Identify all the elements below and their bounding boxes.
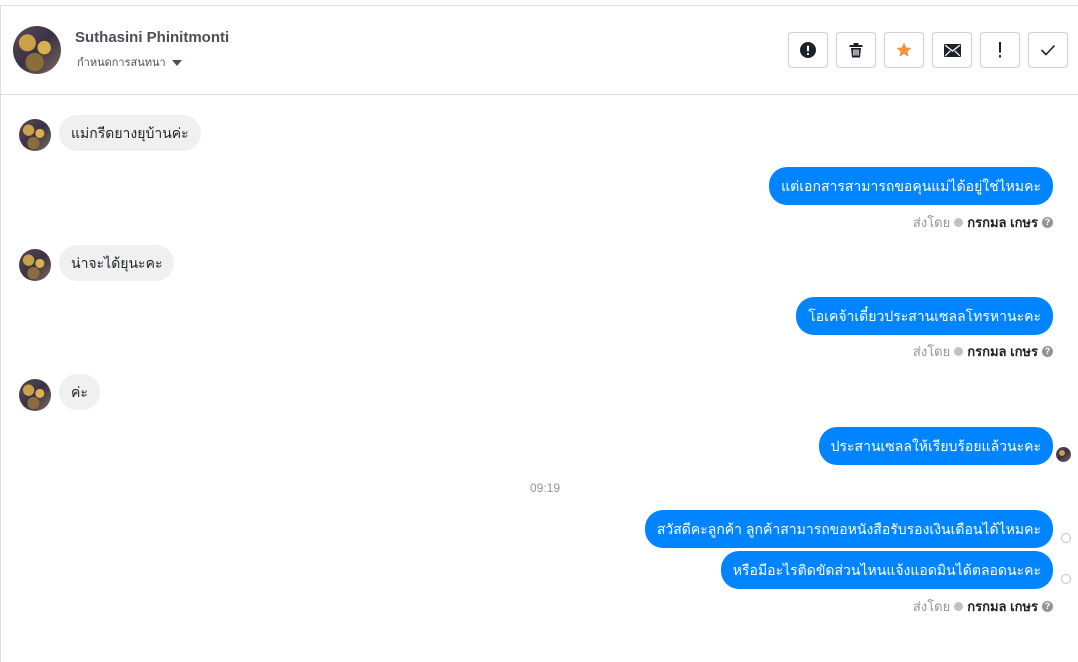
incoming-message[interactable]: น่าจะได้ยุนะคะ [59, 245, 175, 281]
question-icon[interactable]: ? [1042, 217, 1053, 228]
envelope-icon [943, 43, 961, 57]
report-icon-button[interactable] [788, 32, 828, 68]
delivered-icon [1061, 533, 1071, 543]
timestamp: 09:19 [530, 481, 561, 495]
sent-by-line: ส่งโดย กรกมล เกษร ? [913, 341, 1053, 362]
sent-check-icon [954, 347, 964, 356]
question-icon[interactable]: ? [1042, 601, 1053, 612]
contact-avatar-small[interactable] [19, 249, 51, 281]
contact-avatar[interactable] [13, 26, 61, 74]
delivered-icon [1061, 574, 1071, 584]
sent-by-agent[interactable]: กรกมล เกษร [967, 212, 1038, 233]
contact-avatar-small[interactable] [19, 379, 51, 411]
outgoing-message[interactable]: ประสานเซลลให้เรียบร้อยแล้วนะคะ [818, 427, 1053, 465]
sent-by-agent[interactable]: กรกมล เกษร [967, 596, 1038, 617]
sent-check-icon [954, 218, 964, 227]
sent-by-line: ส่งโดย กรกมล เกษร ? [913, 596, 1053, 617]
exclamation-icon [999, 42, 1001, 58]
assign-label: กำหนดการสนทนา [77, 57, 166, 69]
star-button[interactable] [884, 32, 924, 68]
outgoing-message[interactable]: หรือมีอะไรติดขัดส่วนไหนแจ้งแอดมินได้ตลอด… [720, 551, 1053, 589]
sent-by-agent[interactable]: กรกมล เกษร [967, 341, 1038, 362]
mark-done-button[interactable] [1028, 32, 1068, 68]
flag-button[interactable] [980, 32, 1020, 68]
incoming-message[interactable]: ค่ะ [59, 374, 100, 410]
outgoing-message[interactable]: สวัสดีคะลูกค้า ลูกค้าสามารถขอหนังสือรับร… [644, 510, 1053, 548]
outgoing-message[interactable]: โอเคจ้าเดี๋ยวประสานเซลลโทรหานะคะ [796, 297, 1053, 335]
question-icon[interactable]: ? [1042, 346, 1053, 357]
mark-unread-button[interactable] [932, 32, 972, 68]
contact-avatar-small[interactable] [19, 119, 51, 151]
incoming-message[interactable]: แม่กรีดยางยุบ้านค่ะ [59, 115, 201, 151]
conversation-header: Suthasini Phinitmonti กำหนดการสนทนา [0, 6, 1078, 95]
exclamation-circle-icon [800, 42, 816, 58]
assign-conversation-dropdown[interactable]: กำหนดการสนทนา [77, 53, 182, 71]
caret-down-icon [171, 59, 182, 66]
star-icon [896, 42, 912, 57]
seen-avatar [1056, 447, 1071, 462]
sent-by-line: ส่งโดย กรกมล เกษร ? [913, 212, 1053, 233]
sent-by-label: ส่งโดย [912, 215, 951, 230]
check-icon [1040, 44, 1056, 56]
trash-icon [849, 43, 863, 58]
outgoing-message[interactable]: แต่เอกสารสามารถขอคุนแม่ได้อยู่ใช่ไหมคะ [769, 167, 1053, 205]
sent-by-label: ส่งโดย [912, 344, 951, 359]
sent-check-icon [954, 602, 964, 611]
delete-button[interactable] [836, 32, 876, 68]
contact-name[interactable]: Suthasini Phinitmonti [75, 29, 229, 46]
conversation-toolbar [788, 32, 1068, 68]
sent-by-label: ส่งโดย [912, 599, 951, 614]
